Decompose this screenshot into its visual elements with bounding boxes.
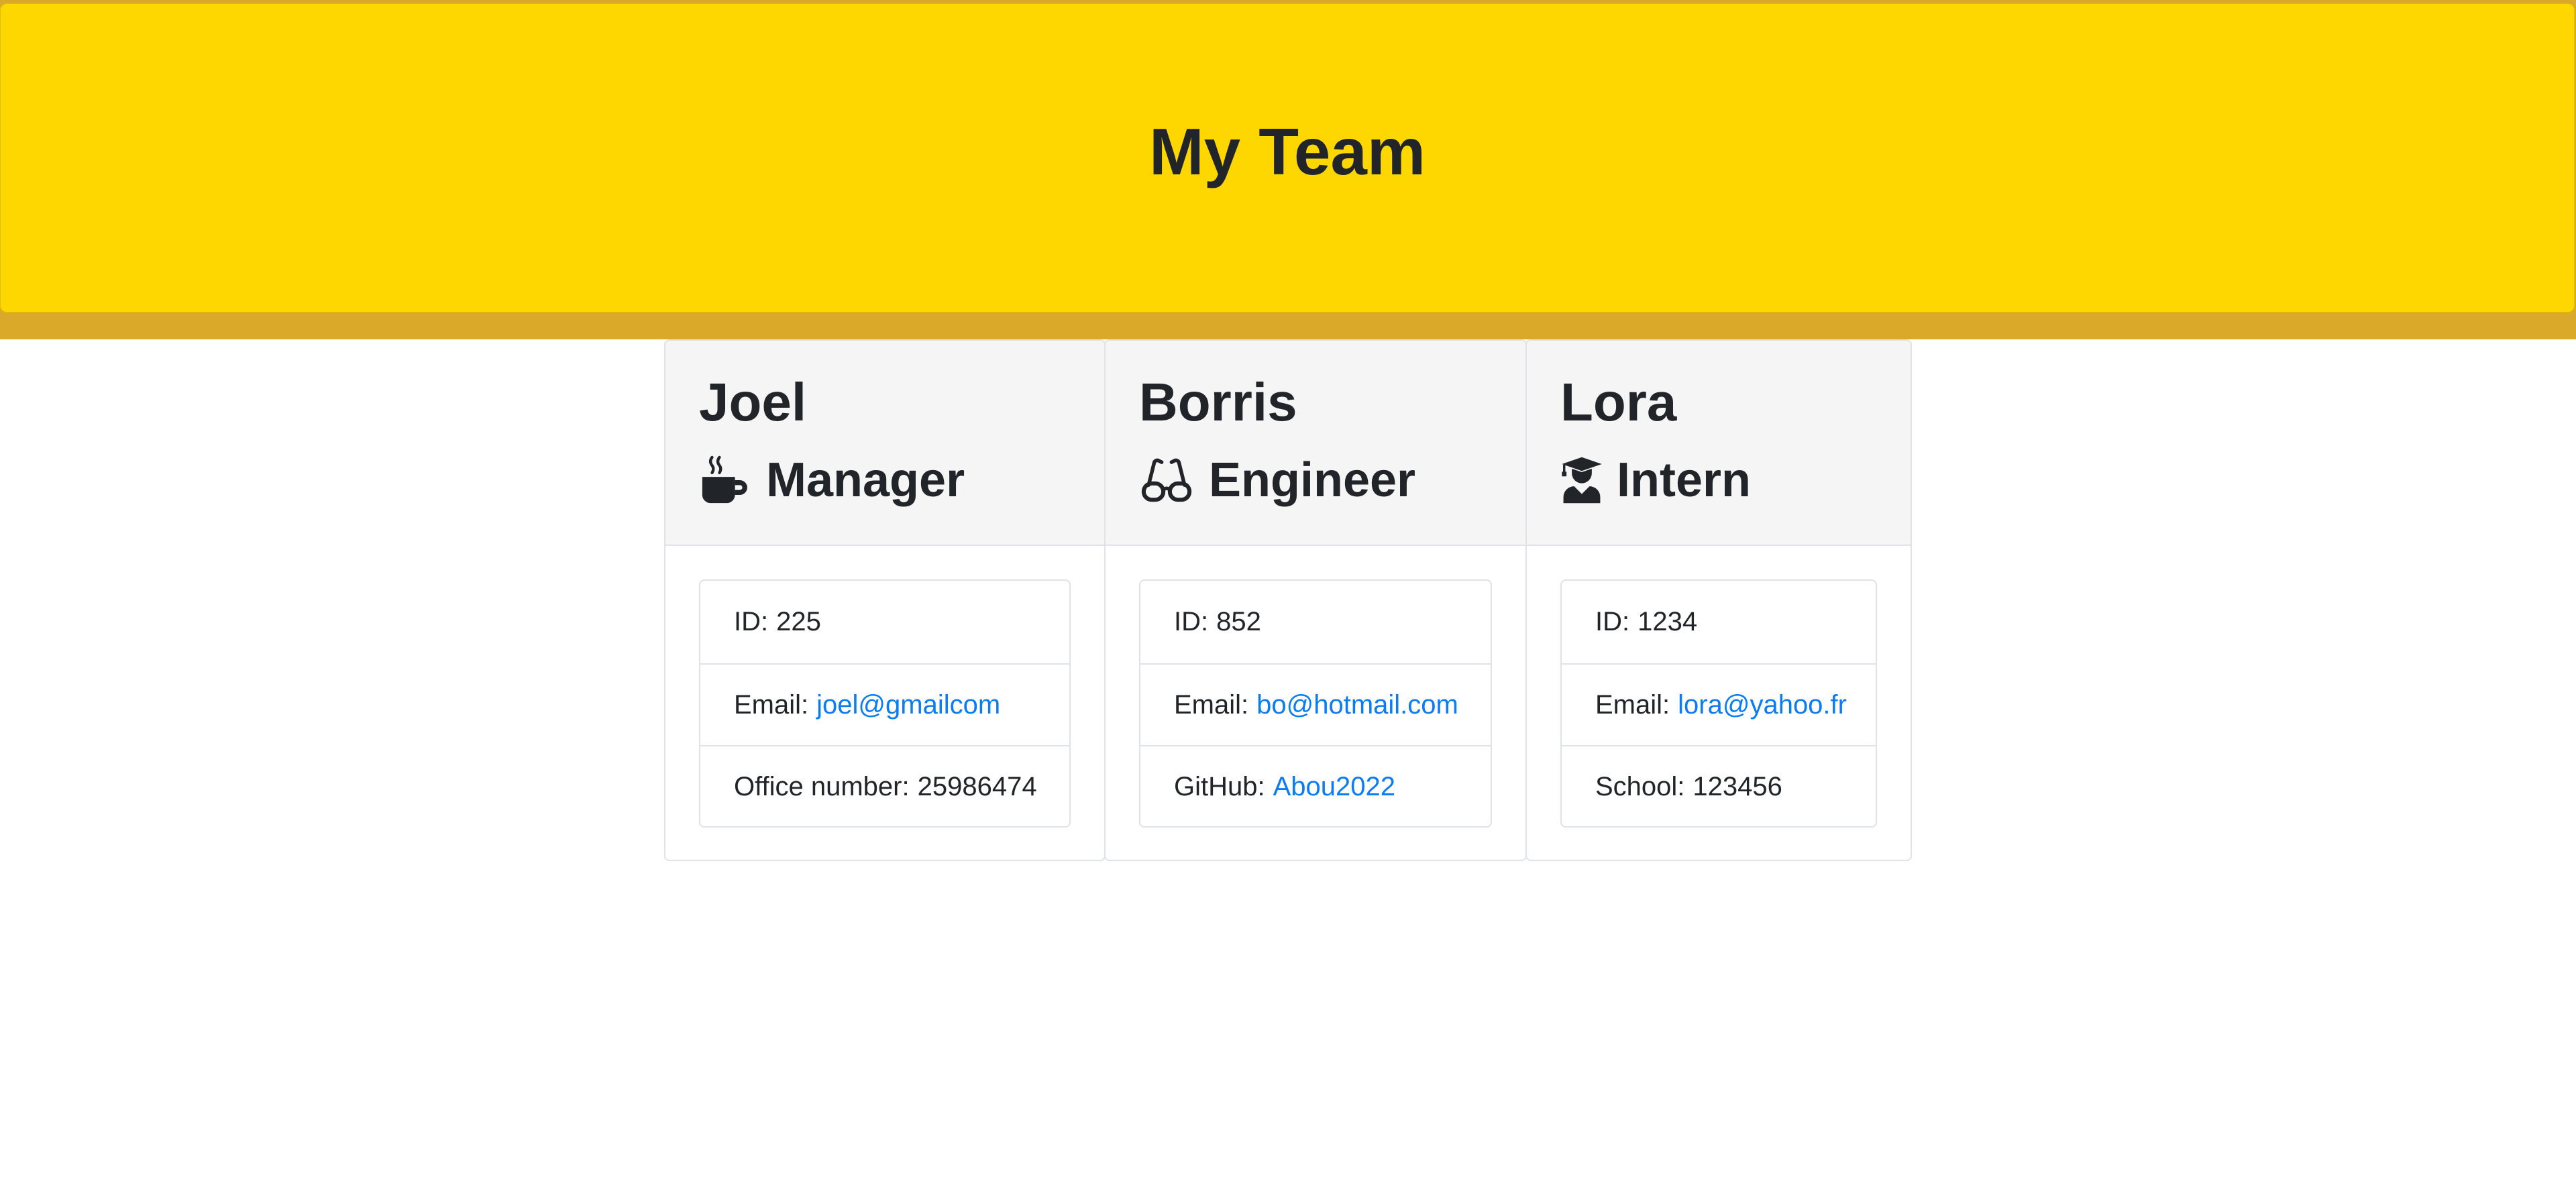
- office-number: 25986474: [917, 772, 1037, 801]
- card-header: Lora Intern: [1527, 341, 1911, 546]
- email-link[interactable]: lora@yahoo.fr: [1678, 690, 1847, 720]
- list-item-email: Email: lora@yahoo.fr: [1562, 663, 1876, 746]
- list-item-school: School: 123456: [1562, 745, 1876, 828]
- list-item-email: Email: joel@gmailcom: [700, 663, 1069, 746]
- page-title: My Team: [1148, 115, 1426, 188]
- employee-details-list: ID: 225 Email: joel@gmailcom Office numb…: [699, 579, 1071, 828]
- email-link[interactable]: joel@gmailcom: [816, 690, 1000, 720]
- email-link[interactable]: bo@hotmail.com: [1256, 690, 1458, 720]
- employee-role: Engineer: [1139, 448, 1415, 512]
- employee-details-list: ID: 1234 Email: lora@yahoo.fr School: 12…: [1560, 579, 1877, 828]
- employee-role: Manager: [699, 448, 965, 512]
- card-header: Joel Manager: [665, 341, 1104, 546]
- employee-card-engineer: Borris Engineer ID: 852 Email: bo@hotmai…: [1104, 339, 1527, 861]
- employee-id: 225: [776, 607, 821, 636]
- header-banner: My Team: [0, 3, 2575, 313]
- employee-name: Lora: [1560, 372, 1677, 432]
- employee-role: Intern: [1560, 448, 1751, 512]
- list-item-id: ID: 1234: [1595, 607, 1698, 636]
- employee-name: Borris: [1139, 372, 1297, 432]
- graduate-user-icon: [1560, 455, 1603, 505]
- list-item-github: GitHub: Abou2022: [1140, 745, 1491, 828]
- employee-card-intern: Lora Intern ID: 1234 Email: lora@yahoo.f…: [1525, 339, 1912, 861]
- employee-card-manager: Joel Manager ID: 225 Email: joel@gmailco…: [664, 339, 1106, 861]
- card-header: Borris Engineer: [1106, 341, 1525, 546]
- list-item-office-number: Office number: 25986474: [700, 745, 1069, 828]
- employee-id: 1234: [1638, 607, 1698, 636]
- list-item-id: ID: 852: [1174, 607, 1261, 636]
- employee-details-list: ID: 852 Email: bo@hotmail.com GitHub: Ab…: [1139, 579, 1492, 828]
- list-item-email: Email: bo@hotmail.com: [1140, 663, 1491, 746]
- list-item-id: ID: 225: [734, 607, 821, 636]
- employee-name: Joel: [699, 372, 807, 432]
- github-link[interactable]: Abou2022: [1273, 772, 1395, 802]
- glasses-icon: [1139, 454, 1194, 506]
- coffee-mug-icon: [699, 454, 751, 506]
- employee-id: 852: [1216, 607, 1261, 636]
- school: 123456: [1693, 772, 1782, 801]
